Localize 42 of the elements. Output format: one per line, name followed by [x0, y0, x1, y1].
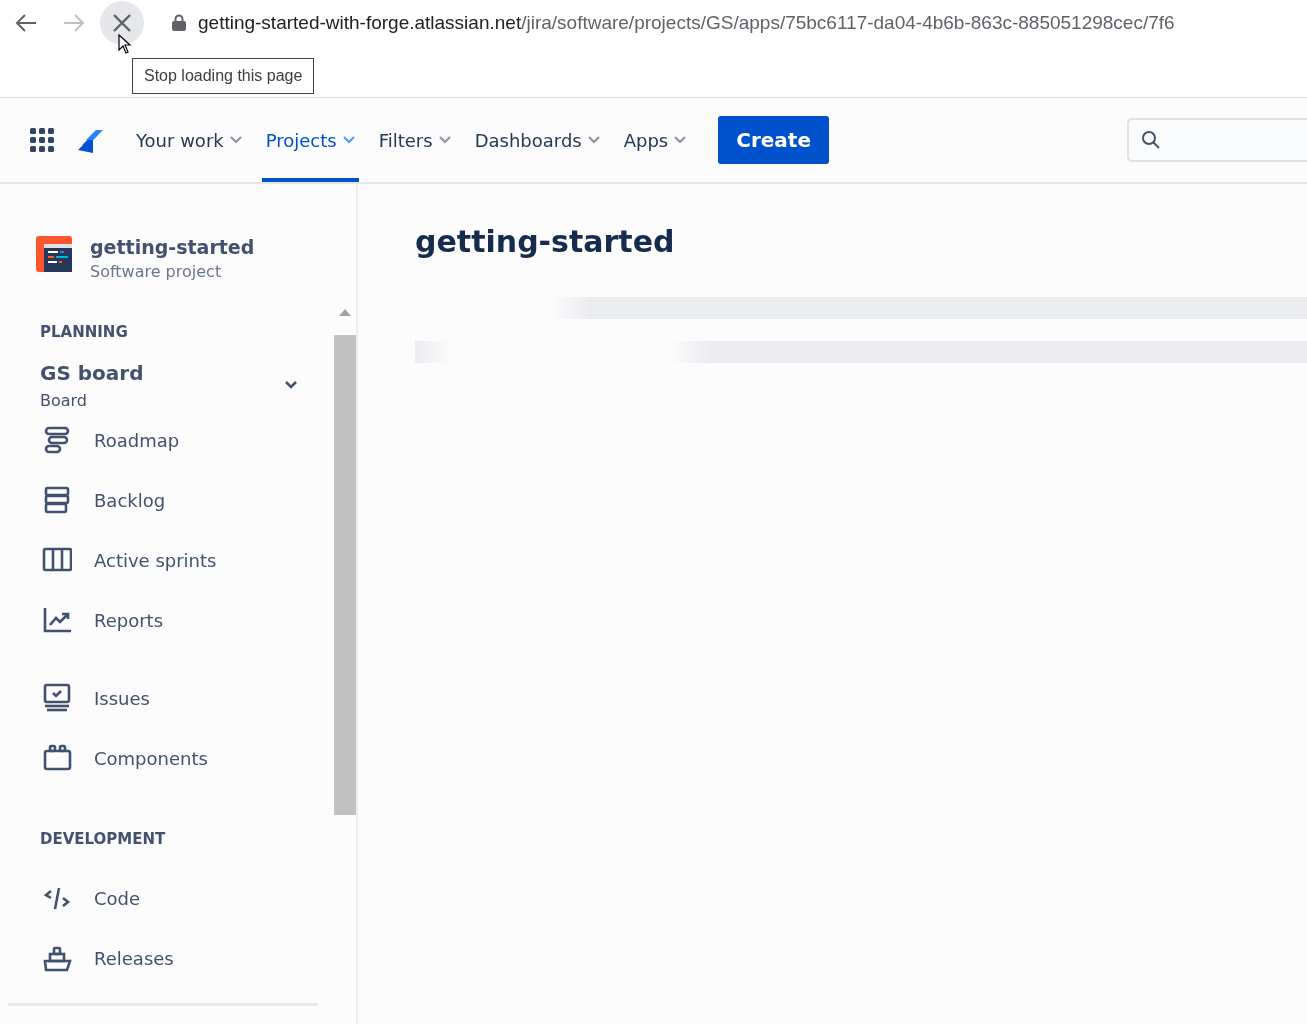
chevron-down-icon — [229, 136, 242, 144]
sidebar-item[interactable]: Reports — [42, 590, 164, 650]
nav-tab[interactable]: Filters — [374, 98, 455, 182]
project-name: getting-started — [90, 236, 255, 258]
lock-icon — [172, 14, 186, 31]
monitor-check-icon — [42, 683, 72, 713]
sidebar-item[interactable]: Active sprints — [42, 530, 217, 590]
page-title: getting-started — [415, 224, 676, 259]
backlog-icon — [42, 485, 72, 515]
nav-tab[interactable]: Apps — [619, 98, 691, 182]
roadmap-icon — [42, 425, 72, 455]
nav-tab[interactable]: Dashboards — [470, 98, 604, 182]
nav-tab[interactable]: Your work — [132, 98, 246, 182]
sidebar-item[interactable]: Releases — [42, 928, 174, 988]
cursor-icon — [118, 34, 132, 54]
sidebar-item[interactable]: Backlog — [42, 470, 166, 530]
sidebar-item[interactable]: Code — [42, 868, 141, 928]
sidebar-item[interactable]: Roadmap — [42, 410, 180, 470]
box-icon — [42, 743, 72, 773]
sidebar-item[interactable]: Components — [42, 728, 208, 788]
chevron-down-icon — [438, 136, 451, 144]
close-icon — [111, 11, 133, 34]
scrollbar-thumb[interactable] — [334, 335, 356, 815]
stop-loading-button[interactable] — [100, 0, 144, 45]
project-type: Software project — [90, 262, 223, 281]
line-chart-icon — [42, 605, 72, 635]
app-grid-icon[interactable] — [30, 128, 54, 152]
tooltip: Stop loading this page — [132, 58, 315, 94]
address-bar-url[interactable]: getting-started-with-forge.atlassian.net/jira/software/projects/GS/apps/75bc6117-da04-4b6b-863c-885051298cec/7f6 — [198, 11, 1175, 34]
board-name[interactable]: GS board — [40, 361, 144, 385]
project-avatar-icon — [36, 236, 72, 272]
chevron-down-icon — [587, 136, 600, 144]
create-button[interactable]: Create — [718, 116, 829, 164]
sidebar-item[interactable]: Issues — [42, 668, 150, 728]
chevron-down-icon — [674, 136, 687, 144]
nav-tab[interactable]: Projects — [261, 98, 359, 182]
search-field[interactable] — [1127, 118, 1307, 162]
section-heading: PLANNING — [40, 323, 129, 341]
board-type: Board — [40, 391, 89, 410]
search-icon — [1141, 130, 1161, 150]
chevron-down-icon — [342, 136, 355, 144]
section-heading: DEVELOPMENT — [40, 830, 167, 848]
